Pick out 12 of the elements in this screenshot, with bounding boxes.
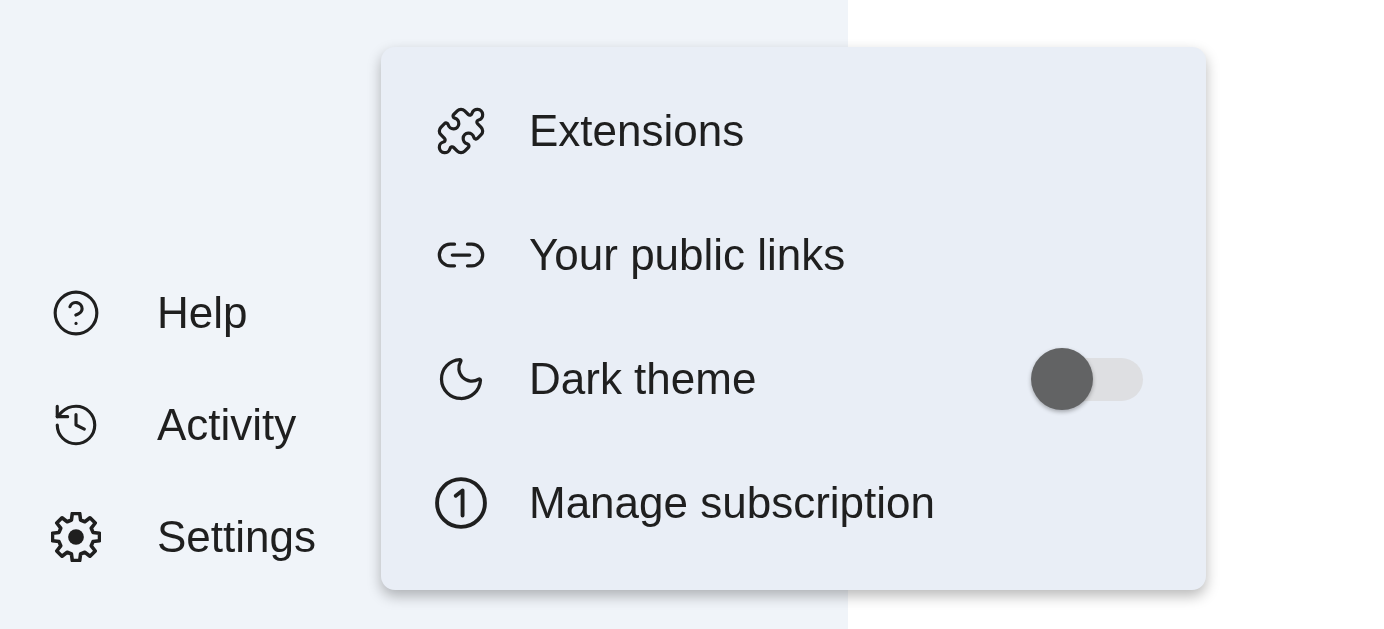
sidebar-item[interactable]: Activity: [0, 369, 305, 481]
help-icon: [51, 288, 101, 338]
sidebar-item[interactable]: Help: [0, 257, 256, 369]
toggle-switch[interactable]: [1031, 348, 1143, 410]
puzzle-icon: [435, 105, 487, 157]
settings-icon: [51, 512, 101, 562]
menu-item[interactable]: Manage subscription: [381, 441, 1206, 565]
menu-item[interactable]: Dark theme: [381, 317, 1206, 441]
circled-one-icon: [435, 477, 487, 529]
menu-item[interactable]: Extensions: [381, 69, 1206, 193]
sidebar-item[interactable]: Settings: [0, 481, 324, 593]
menu-item[interactable]: Your public links: [381, 193, 1206, 317]
